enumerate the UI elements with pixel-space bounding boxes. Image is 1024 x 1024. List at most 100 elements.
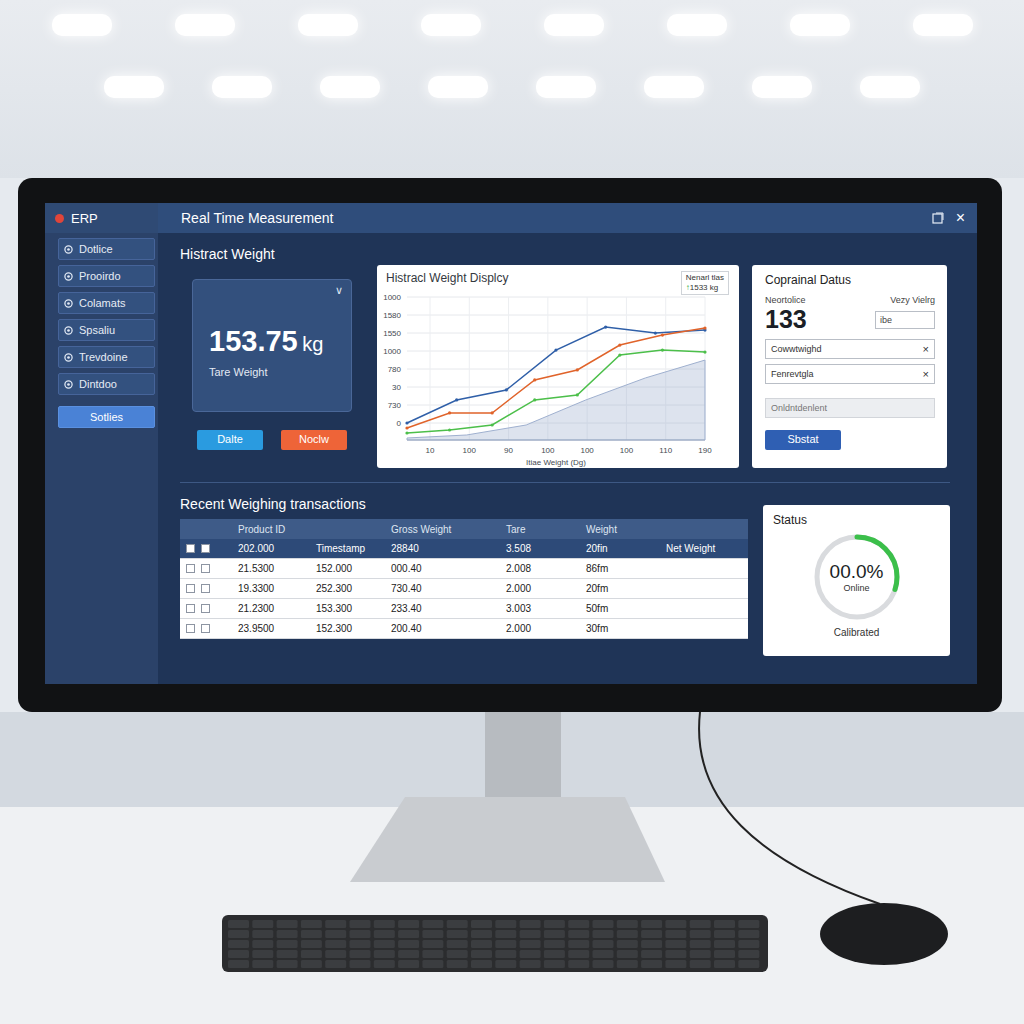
key[interactable] [495,920,516,928]
key[interactable] [374,940,395,948]
key[interactable] [641,930,662,938]
key[interactable] [252,960,273,968]
checkbox[interactable] [201,604,210,613]
checkbox[interactable] [201,624,210,633]
key[interactable] [398,940,419,948]
checkbox[interactable] [186,544,195,553]
key[interactable] [398,960,419,968]
key[interactable] [617,940,638,948]
key[interactable] [350,920,371,928]
key[interactable] [374,930,395,938]
key[interactable] [447,960,468,968]
key[interactable] [520,940,541,948]
clear-button[interactable]: × [923,343,929,355]
key[interactable] [471,930,492,938]
key[interactable] [277,950,298,958]
key[interactable] [665,940,686,948]
key[interactable] [665,960,686,968]
key[interactable] [495,940,516,948]
key[interactable] [228,960,249,968]
key[interactable] [544,940,565,948]
key[interactable] [568,930,589,938]
key[interactable] [471,950,492,958]
key[interactable] [228,930,249,938]
key[interactable] [422,960,443,968]
key[interactable] [544,920,565,928]
key[interactable] [714,960,735,968]
text-field[interactable]: ibe [875,311,935,329]
key[interactable] [738,920,759,928]
key[interactable] [738,940,759,948]
key[interactable] [325,960,346,968]
key[interactable] [228,940,249,948]
sidebar-item[interactable]: Colamats [58,292,155,314]
key[interactable] [398,930,419,938]
key[interactable] [471,960,492,968]
text-field[interactable]: Fenrevtgla × [765,364,935,384]
key[interactable] [398,950,419,958]
checkbox[interactable] [186,584,195,593]
key[interactable] [665,920,686,928]
key[interactable] [568,960,589,968]
key[interactable] [495,960,516,968]
key[interactable] [325,950,346,958]
key[interactable] [422,920,443,928]
key[interactable] [325,940,346,948]
submit-button[interactable]: Sbstat [765,430,841,450]
close-button[interactable]: × [956,210,965,226]
key[interactable] [252,930,273,938]
key[interactable] [350,960,371,968]
key[interactable] [665,930,686,938]
key[interactable] [738,950,759,958]
key[interactable] [301,950,322,958]
key[interactable] [422,950,443,958]
key[interactable] [593,930,614,938]
key[interactable] [495,930,516,938]
key[interactable] [714,930,735,938]
key[interactable] [447,930,468,938]
key[interactable] [690,950,711,958]
key[interactable] [593,960,614,968]
key[interactable] [350,940,371,948]
table-row[interactable]: 202.000Timestamp288403.50820finNet Weigh… [180,539,748,559]
key[interactable] [593,950,614,958]
key[interactable] [568,950,589,958]
table-row[interactable]: 21.2300153.300233.403.00350fm [180,599,748,619]
key[interactable] [520,960,541,968]
key[interactable] [374,960,395,968]
checkbox[interactable] [186,564,195,573]
table-row[interactable]: 23.9500152.300200.402.00030fm [180,619,748,639]
checkbox[interactable] [201,544,210,553]
key[interactable] [422,940,443,948]
key[interactable] [447,920,468,928]
key[interactable] [520,950,541,958]
action-button[interactable]: Dalte [197,430,263,450]
key[interactable] [593,940,614,948]
key[interactable] [738,930,759,938]
key[interactable] [252,950,273,958]
key[interactable] [277,930,298,938]
keyboard[interactable] [222,915,768,972]
key[interactable] [228,950,249,958]
key[interactable] [544,960,565,968]
key[interactable] [665,950,686,958]
key[interactable] [641,960,662,968]
key[interactable] [738,960,759,968]
key[interactable] [714,940,735,948]
checkbox[interactable] [186,624,195,633]
key[interactable] [617,950,638,958]
key[interactable] [690,930,711,938]
key[interactable] [277,940,298,948]
key[interactable] [228,920,249,928]
key[interactable] [325,920,346,928]
key[interactable] [277,920,298,928]
sidebar-item[interactable]: Sotlies [58,406,155,428]
text-field[interactable]: Onldntdenlent [765,398,935,418]
key[interactable] [593,920,614,928]
key[interactable] [374,950,395,958]
action-button[interactable]: Noclw [281,430,347,450]
key[interactable] [690,920,711,928]
key[interactable] [641,940,662,948]
sidebar-item[interactable]: Dintdoo [58,373,155,395]
key[interactable] [398,920,419,928]
